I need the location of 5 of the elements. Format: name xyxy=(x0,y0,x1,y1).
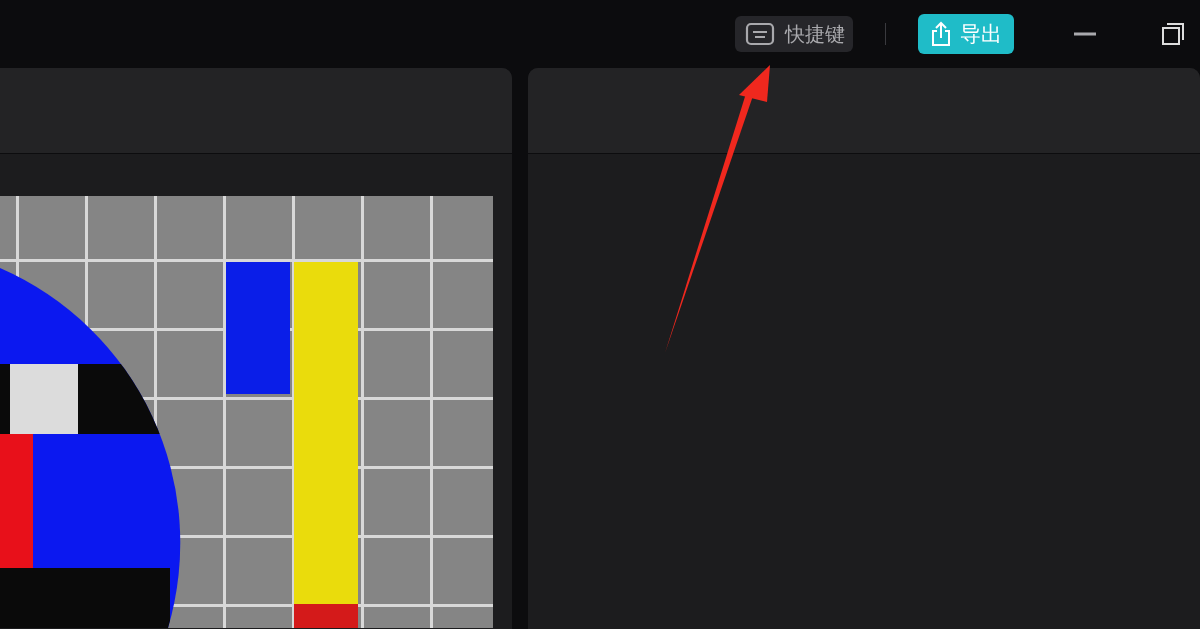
restore-button[interactable] xyxy=(1160,21,1186,47)
minimize-button[interactable] xyxy=(1074,32,1096,36)
share-icon xyxy=(930,21,952,47)
keyboard-icon xyxy=(745,22,775,46)
shortcuts-button[interactable]: 快捷键 xyxy=(735,16,853,52)
